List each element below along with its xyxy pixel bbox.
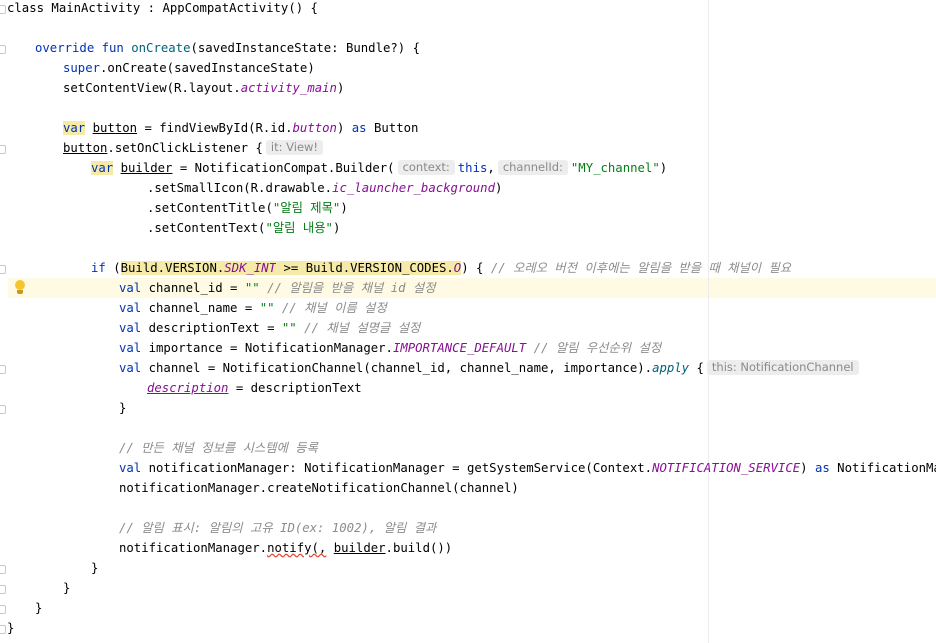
code-line-30: } bbox=[63, 581, 71, 595]
editor-gutter bbox=[0, 0, 8, 643]
code-editor[interactable]: class MainActivity : AppCompatActivity()… bbox=[0, 0, 936, 643]
code-line-15: val channel_id = "" // 알림을 받을 채널 id 설정 bbox=[119, 281, 436, 295]
fold-marker-icon[interactable] bbox=[0, 625, 6, 634]
code-line-10: .setSmallIcon(R.drawable.ic_launcher_bac… bbox=[147, 181, 503, 195]
fold-marker-icon[interactable] bbox=[0, 145, 6, 154]
code-line-24: val notificationManager: NotificationMan… bbox=[119, 461, 936, 475]
code-line-20: description = descriptionText bbox=[147, 381, 362, 395]
code-line-1: class MainActivity : AppCompatActivity()… bbox=[7, 1, 318, 15]
fold-marker-icon[interactable] bbox=[0, 565, 6, 574]
code-line-23: // 만든 채널 정보를 시스템에 등록 bbox=[119, 441, 318, 455]
code-line-4: super.onCreate(savedInstanceState) bbox=[63, 61, 315, 75]
code-line-11: .setContentTitle("알림 제목") bbox=[147, 201, 348, 215]
code-line-19: val channel = NotificationChannel(channe… bbox=[119, 358, 862, 378]
code-line-28: notificationManager.notify(, builder.bui… bbox=[119, 541, 453, 555]
code-line-7: var button = findViewById(R.id.button) a… bbox=[63, 121, 419, 135]
code-line-16: val channel_name = "" // 채널 이름 설정 bbox=[119, 301, 387, 315]
code-line-27: // 알림 표시: 알림의 고유 ID(ex: 1002), 알림 결과 bbox=[119, 521, 437, 535]
error-highlight: notify(, bbox=[267, 541, 327, 555]
code-line-32: } bbox=[7, 621, 15, 635]
code-line-12: .setContentText("알림 내용") bbox=[147, 221, 341, 235]
right-margin-guide bbox=[708, 0, 709, 643]
code-line-5: setContentView(R.layout.activity_main) bbox=[63, 81, 345, 95]
fold-marker-icon[interactable] bbox=[0, 585, 6, 594]
code-line-14: if (Build.VERSION.SDK_INT >= Build.VERSI… bbox=[91, 261, 792, 275]
fold-marker-icon[interactable] bbox=[0, 5, 6, 14]
fold-marker-icon[interactable] bbox=[0, 405, 6, 414]
parameter-hint: context: bbox=[397, 160, 455, 175]
inlay-hint: it: View! bbox=[265, 140, 324, 155]
code-line-31: } bbox=[35, 601, 43, 615]
fold-marker-icon[interactable] bbox=[0, 45, 6, 54]
fold-marker-icon[interactable] bbox=[0, 605, 6, 614]
code-line-3: override fun onCreate(savedInstanceState… bbox=[35, 41, 420, 55]
code-line-29: } bbox=[91, 561, 99, 575]
code-line-9: var builder = NotificationCompat.Builder… bbox=[91, 160, 668, 175]
inlay-hint: this: NotificationChannel bbox=[706, 360, 859, 375]
code-line-25: notificationManager.createNotificationCh… bbox=[119, 481, 519, 495]
lightbulb-icon[interactable] bbox=[14, 280, 26, 296]
fold-marker-icon[interactable] bbox=[0, 365, 6, 374]
code-line-8: button.setOnClickListener {it: View! bbox=[63, 138, 326, 158]
code-line-18: val importance = NotificationManager.IMP… bbox=[119, 341, 662, 355]
code-line-21: } bbox=[119, 401, 127, 415]
code-line-17: val descriptionText = "" // 채널 설명글 설정 bbox=[119, 321, 421, 335]
parameter-hint: channelId: bbox=[497, 160, 568, 175]
fold-marker-icon[interactable] bbox=[0, 265, 6, 274]
